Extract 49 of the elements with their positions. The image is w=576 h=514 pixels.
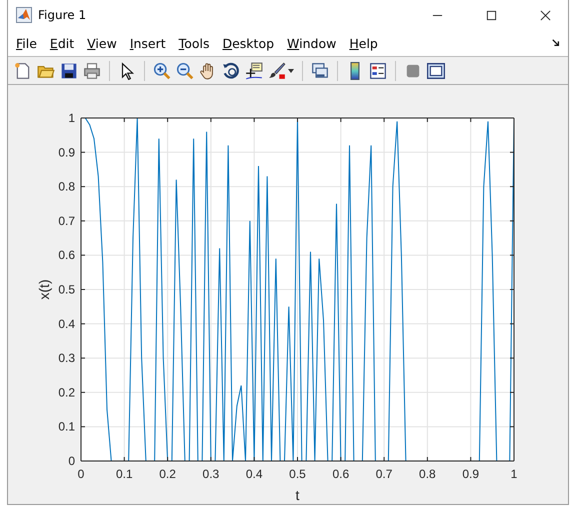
save-icon[interactable] [60,62,78,80]
printer-icon[interactable] [83,62,101,80]
zoom-in-icon[interactable] [153,62,171,80]
y-tick-label: 0.2 [58,385,75,400]
x-tick-label: 0 [78,467,84,481]
menu-item[interactable]: Desktop [222,36,274,50]
caret-icon[interactable] [288,68,294,72]
x-tick-label: 0.4 [246,467,263,481]
data-cursor-icon[interactable] [245,62,263,80]
y-tick-label: 0 [68,454,75,468]
frame-icon[interactable] [427,62,445,80]
legend-icon[interactable] [369,62,387,80]
menu-item[interactable]: Window [287,36,336,50]
x-tick-label: 0.9 [462,467,480,481]
y-tick-label: 0.1 [58,420,75,434]
menu-item[interactable]: Help [349,36,378,50]
menu-item[interactable]: Tools [178,36,210,50]
window-title: Figure 1 [38,8,86,22]
y-tick-label: 0.6 [58,248,75,262]
dock-arrow-icon[interactable] [552,39,560,47]
rotate-icon[interactable] [222,62,240,80]
brush-icon[interactable] [268,62,286,80]
new-file-icon[interactable] [14,62,32,80]
x-tick-label: 0.1 [116,467,133,481]
menu-item[interactable]: Insert [130,36,166,50]
linked-plots-icon[interactable] [311,62,329,80]
x-tick-label: 0.3 [202,467,220,481]
x-tick-label: 1 [510,467,518,481]
y-tick-label: 0.3 [58,351,75,366]
x-axis-label: t [296,487,300,503]
close-icon[interactable] [540,10,551,20]
menu-item[interactable]: File [16,36,37,50]
x-tick-label: 0.8 [419,467,436,481]
zoom-out-icon[interactable] [176,62,194,80]
x-tick-label: 0.2 [159,467,176,481]
menu-item[interactable]: View [87,36,117,50]
y-tick-label: 0.8 [58,180,75,194]
x-tick-label: 0.7 [376,467,392,481]
x-tick-label: 0.5 [289,467,306,481]
y-tick-label: 0.7 [58,214,75,228]
x-tick-label: 0.6 [332,467,350,481]
maximize-icon[interactable] [486,10,497,20]
y-tick-label: 0.4 [58,316,75,331]
y-tick-label: 0.5 [58,282,75,296]
app-icon [16,7,32,23]
y-axis-label: x(t) [36,279,52,300]
menu-item[interactable]: Edit [50,36,74,50]
y-tick-label: 0.9 [58,145,75,160]
y-tick-label: 1 [68,111,75,125]
